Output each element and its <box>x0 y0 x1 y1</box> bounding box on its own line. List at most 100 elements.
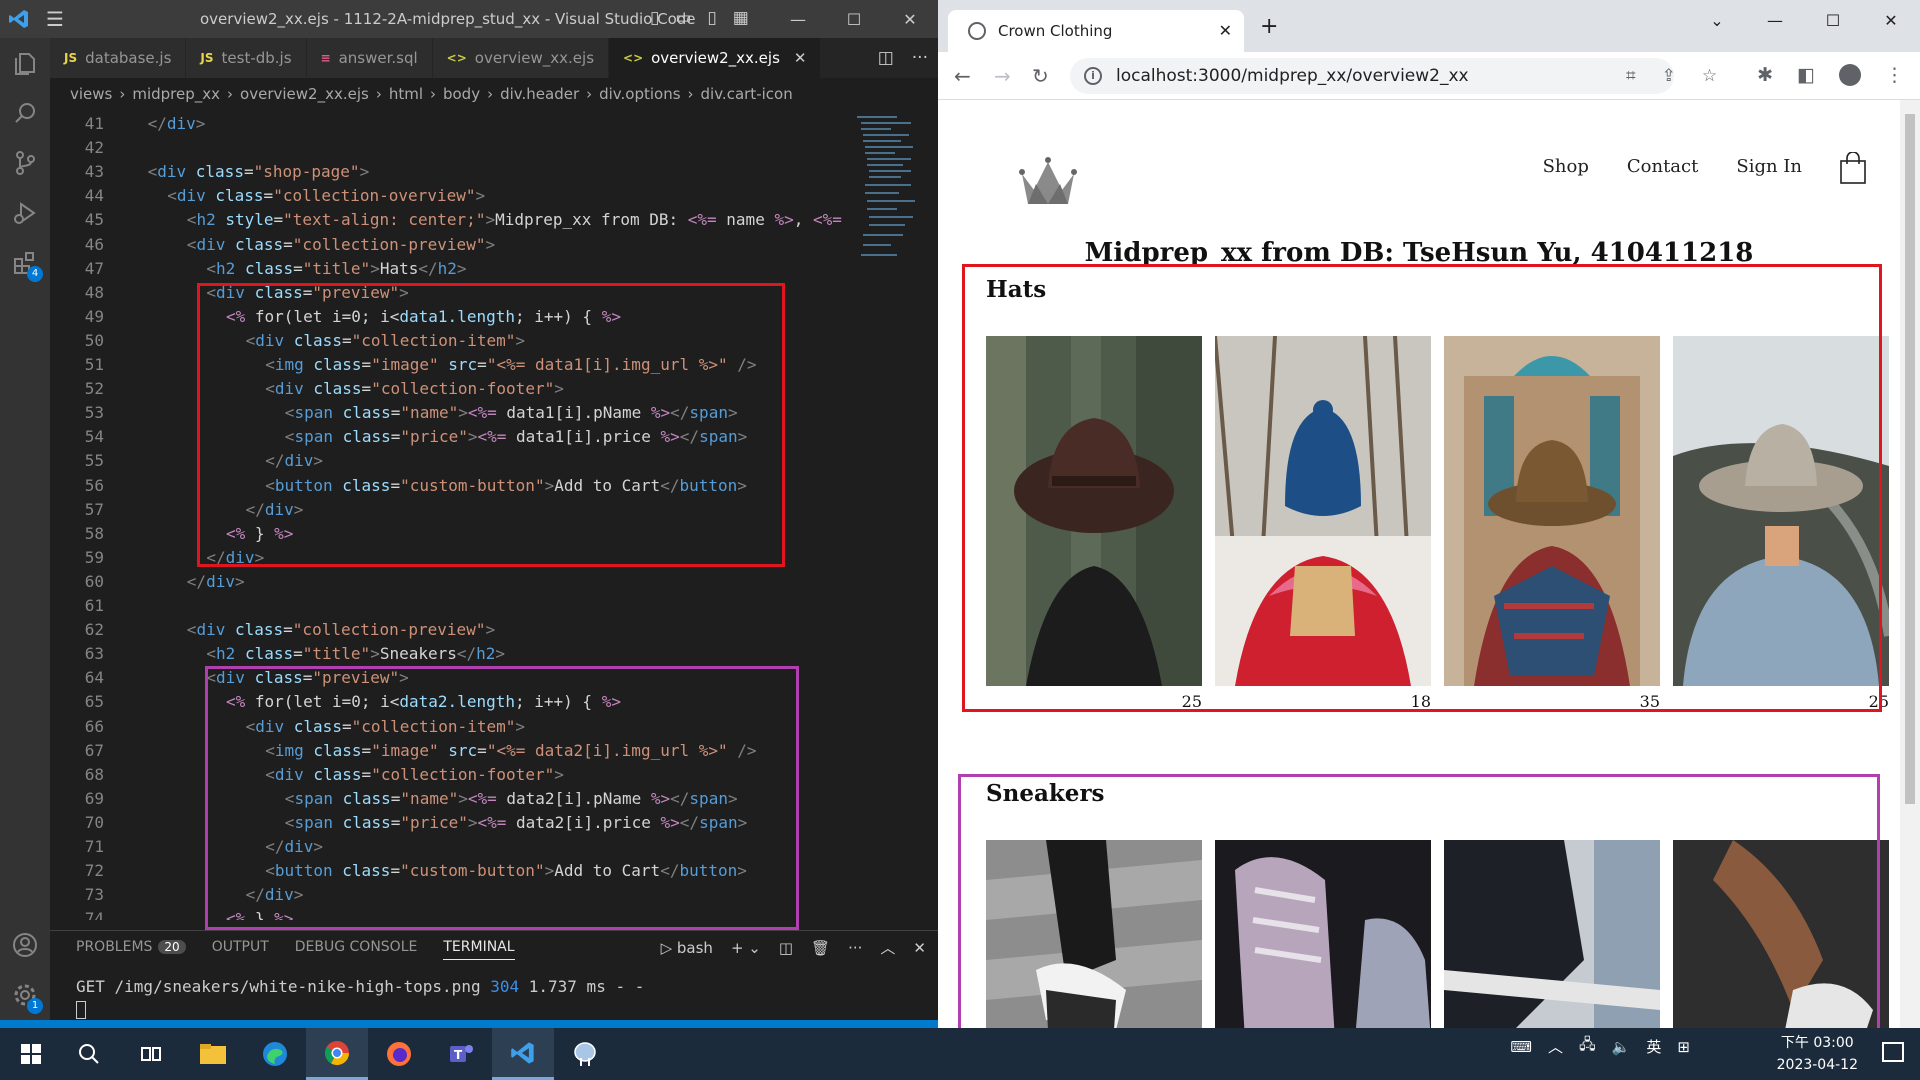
tab-database-js[interactable]: JS database.js <box>50 38 187 78</box>
kill-terminal-icon[interactable]: 🗑 <box>811 939 830 957</box>
run-debug-icon[interactable] <box>0 188 50 238</box>
line-number: 57 <box>84 499 104 519</box>
maximize-icon[interactable]: ☐ <box>1804 0 1862 40</box>
split-editor-icon[interactable]: ◫ <box>878 48 894 68</box>
system-clock[interactable]: 下午 03:00 2023-04-12 <box>1777 1032 1858 1076</box>
tab-close-icon[interactable]: ✕ <box>794 49 807 67</box>
back-arrow-icon[interactable]: ← <box>954 64 971 88</box>
window-controls: ⌄ — ☐ ✕ <box>1688 0 1920 40</box>
terminal-shell-icon[interactable]: ▷ bash <box>661 939 713 957</box>
minimize-icon[interactable]: — <box>770 0 826 38</box>
source-control-icon[interactable] <box>0 138 50 188</box>
breadcrumb-item[interactable]: html <box>389 85 423 103</box>
crown-logo-icon[interactable] <box>1016 154 1080 214</box>
windows-start-icon[interactable] <box>0 1028 62 1080</box>
address-bar[interactable]: i localhost:3000/midprep_xx/overview2_xx <box>1070 58 1674 94</box>
breadcrumb-item[interactable]: div.header <box>500 85 579 103</box>
breadcrumb-item[interactable]: div.cart-icon <box>701 85 793 103</box>
breadcrumb-item[interactable]: midprep_xx <box>132 85 220 103</box>
chrome-browser-icon[interactable] <box>306 1028 368 1080</box>
nav-contact-link[interactable]: Contact <box>1627 156 1698 177</box>
scrollbar-thumb[interactable] <box>1905 114 1915 804</box>
breadcrumb-item[interactable]: views <box>70 85 112 103</box>
nav-signin-link[interactable]: Sign In <box>1736 156 1802 177</box>
vscode-titlebar: ☰ overview2_xx.ejs - 1112-2A-midprep_stu… <box>0 0 938 38</box>
tab-output[interactable]: OUTPUT <box>212 939 269 960</box>
bookmark-star-icon[interactable]: ☆ <box>1702 66 1717 86</box>
toggle-panel-icon[interactable]: ▭ <box>675 8 691 28</box>
network-icon[interactable]: 🖧 <box>1579 1034 1596 1059</box>
profile-avatar-icon[interactable] <box>1839 64 1861 86</box>
pgadmin-elephant-icon[interactable] <box>554 1028 616 1080</box>
close-icon[interactable]: ✕ <box>882 0 938 38</box>
tab-debug-console[interactable]: DEBUG CONSOLE <box>295 939 418 960</box>
tab-answer-sql[interactable]: ≡ answer.sql <box>306 38 433 78</box>
tab-label: overview_xx.ejs <box>474 49 595 67</box>
search-icon[interactable] <box>0 88 50 138</box>
firefox-browser-icon[interactable] <box>368 1028 430 1080</box>
search-icon[interactable] <box>58 1028 120 1080</box>
ime-indicator[interactable]: 英 <box>1646 1036 1661 1057</box>
forward-arrow-icon[interactable]: → <box>994 64 1011 88</box>
tab-search-icon[interactable]: ⌄ <box>1688 0 1746 40</box>
more-actions-icon[interactable]: ··· <box>848 939 862 957</box>
minimize-icon[interactable]: — <box>1746 0 1804 40</box>
tab-close-icon[interactable]: ✕ <box>1219 21 1232 40</box>
tab-overview2-xx-ejs[interactable]: <> overview2_xx.ejs ✕ <box>609 38 822 78</box>
nav-shop-link[interactable]: Shop <box>1543 156 1589 177</box>
menu-hamburger-icon[interactable]: ☰ <box>46 8 64 30</box>
shopping-bag-icon[interactable] <box>1840 151 1866 184</box>
customize-layout-icon[interactable]: ▦ <box>733 8 749 28</box>
more-actions-icon[interactable]: ··· <box>912 48 928 68</box>
extensions-puzzle-icon[interactable]: ✱ <box>1757 64 1773 86</box>
tab-overview-xx-ejs[interactable]: <> overview_xx.ejs <box>432 38 610 78</box>
browser-toolbar: ← → ↻ i localhost:3000/midprep_xx/overvi… <box>938 52 1920 100</box>
new-tab-icon[interactable]: + <box>1260 14 1278 39</box>
teams-app-icon[interactable]: T <box>430 1028 492 1080</box>
tab-terminal[interactable]: TERMINAL <box>443 939 515 960</box>
site-nav: Shop Contact Sign In <box>1543 156 1802 177</box>
show-hidden-icons-icon[interactable]: ︿ <box>1548 1036 1563 1057</box>
page-scrollbar[interactable] <box>1900 100 1920 1028</box>
toggle-secondary-sidebar-icon[interactable]: ▯ <box>707 8 716 28</box>
breadcrumb-item[interactable]: overview2_xx.ejs <box>240 85 369 103</box>
desktop: ☰ overview2_xx.ejs - 1112-2A-midprep_stu… <box>0 0 1920 1080</box>
maximize-icon[interactable]: ☐ <box>826 0 882 38</box>
input-method-icon[interactable]: ⊞ <box>1677 1038 1690 1056</box>
minimap[interactable] <box>855 112 920 282</box>
terminal-output[interactable]: GET /img/sneakers/white-nike-high-tops.p… <box>76 977 644 996</box>
system-tray: ⌨ ︿ 🖧 🔈 英 ⊞ <box>1510 1034 1690 1059</box>
split-terminal-icon[interactable]: ◫ <box>779 939 793 957</box>
accounts-icon[interactable] <box>0 920 50 970</box>
share-icon[interactable]: ⇪ <box>1662 66 1676 86</box>
explorer-icon[interactable] <box>0 38 50 88</box>
tab-problems[interactable]: PROBLEMS 20 <box>76 939 186 960</box>
browser-tab[interactable]: Crown Clothing ✕ <box>948 10 1244 52</box>
close-icon[interactable]: ✕ <box>1862 0 1920 40</box>
settings-gear-icon[interactable]: 1 <box>0 970 50 1020</box>
editor-scrollbar[interactable] <box>922 112 936 920</box>
new-terminal-icon[interactable]: + ⌄ <box>731 939 761 957</box>
toggle-sidebar-icon[interactable]: ▯ <box>650 8 659 28</box>
close-panel-icon[interactable]: ✕ <box>913 939 926 957</box>
terminal-toolbar: ▷ bash + ⌄ ◫ 🗑 ··· ︿ ✕ <box>661 937 926 958</box>
notification-center-icon[interactable] <box>1882 1042 1904 1062</box>
tab-test-db-js[interactable]: JS test-db.js <box>186 38 307 78</box>
file-explorer-icon[interactable] <box>182 1028 244 1080</box>
breadcrumb-item[interactable]: div.options <box>599 85 680 103</box>
task-view-icon[interactable] <box>120 1028 182 1080</box>
chrome-menu-icon[interactable]: ⋮ <box>1885 64 1904 86</box>
translate-icon[interactable]: ⌗ <box>1626 66 1636 86</box>
shell-label: bash <box>676 938 713 957</box>
extensions-icon[interactable]: 4 <box>0 238 50 288</box>
reload-icon[interactable]: ↻ <box>1032 64 1049 88</box>
volume-icon[interactable]: 🔈 <box>1612 1038 1631 1056</box>
side-panel-icon[interactable]: ◧ <box>1797 64 1815 86</box>
site-info-icon[interactable]: i <box>1084 67 1102 85</box>
breadcrumb-item[interactable]: body <box>443 85 480 103</box>
status-bar[interactable] <box>0 1020 938 1028</box>
vscode-app-icon[interactable] <box>492 1028 554 1080</box>
edge-browser-icon[interactable] <box>244 1028 306 1080</box>
keyboard-icon[interactable]: ⌨ <box>1510 1038 1532 1056</box>
maximize-panel-icon[interactable]: ︿ <box>880 937 895 958</box>
